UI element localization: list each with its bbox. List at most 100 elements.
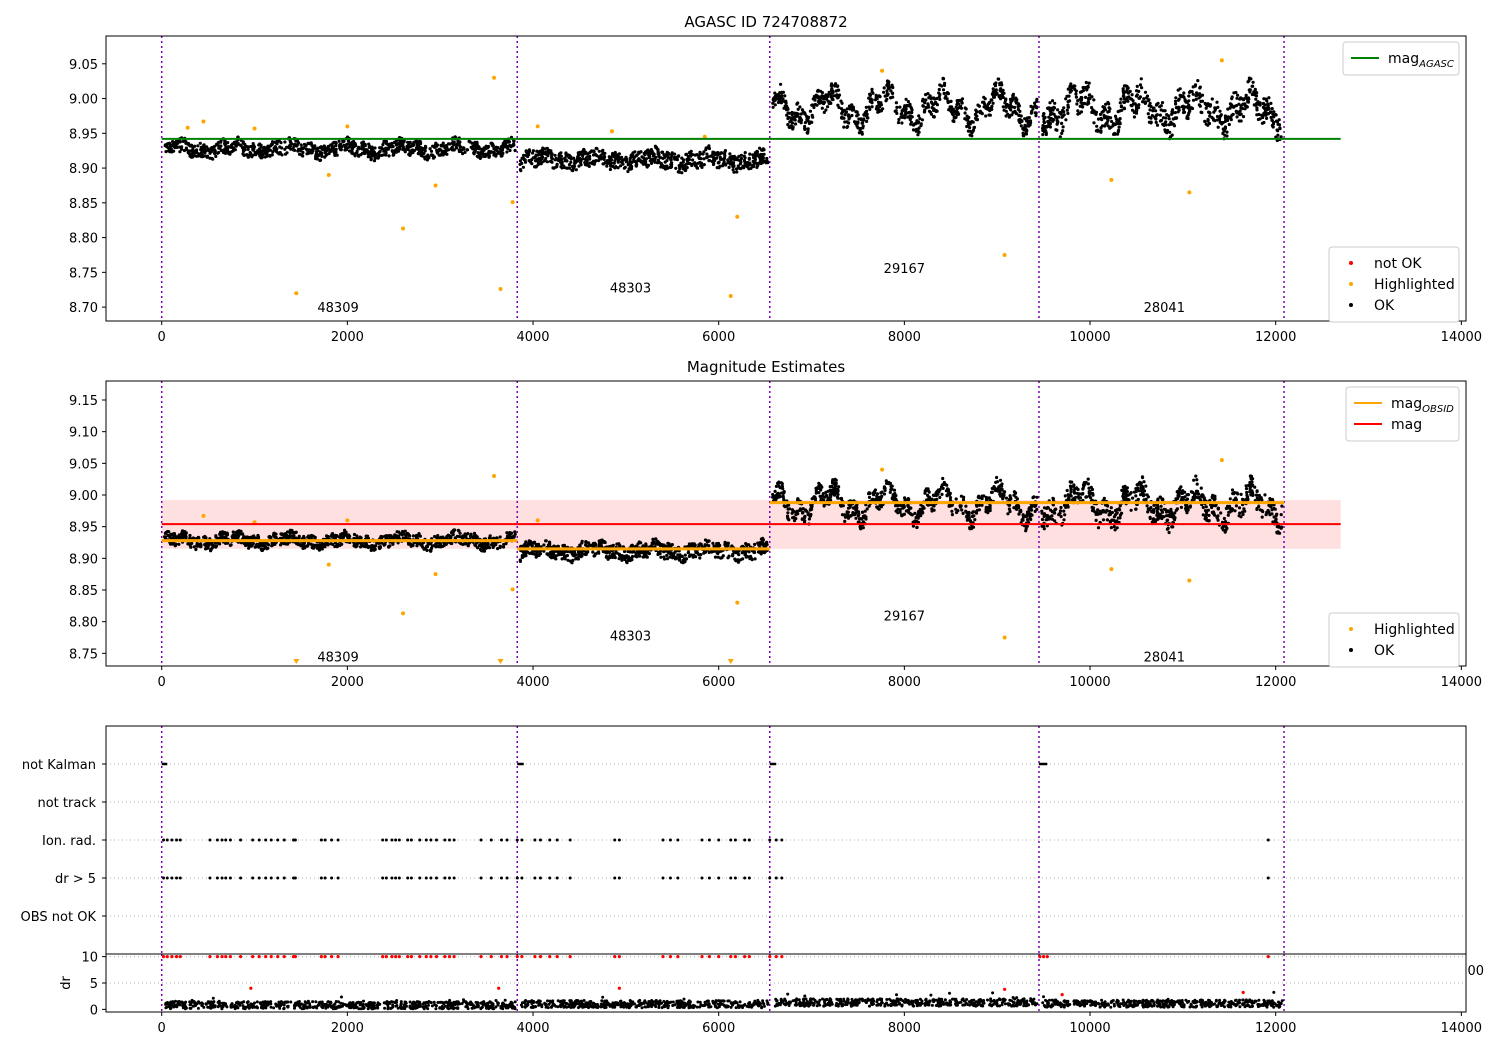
ok-point	[241, 532, 245, 536]
ok-point	[171, 140, 175, 144]
ok-point	[365, 148, 369, 152]
ok-point	[584, 552, 588, 557]
ok-point	[274, 141, 278, 145]
ok-point	[1060, 115, 1064, 119]
ok-point	[1145, 94, 1150, 98]
ok-point	[186, 542, 190, 546]
ok-point	[874, 107, 879, 111]
ok-point	[1262, 120, 1266, 125]
ok-point	[352, 544, 356, 548]
ok-point	[168, 535, 172, 539]
ok-point	[397, 148, 401, 152]
ok-point	[194, 547, 198, 552]
ok-point	[251, 148, 255, 152]
ok-point	[1116, 130, 1120, 134]
ok-point	[630, 164, 634, 169]
ok-point	[243, 148, 247, 152]
ok-point	[998, 478, 1003, 482]
legend-label-text: mag	[1388, 51, 1419, 67]
ok-point	[256, 535, 261, 539]
ok-point	[719, 151, 724, 155]
ok-point	[1096, 129, 1100, 133]
ok-point	[1270, 119, 1274, 123]
ok-point	[1048, 101, 1052, 105]
ok-point	[542, 543, 546, 547]
ok-point	[390, 149, 395, 153]
ok-point	[1272, 110, 1276, 114]
ok-point	[209, 146, 213, 150]
ok-point	[1071, 85, 1075, 89]
ok-point	[1041, 124, 1045, 128]
ok-point	[1215, 118, 1219, 122]
ok-points-top	[163, 76, 1283, 175]
ok-point	[242, 542, 246, 546]
ok-point	[982, 95, 986, 99]
ok-point	[868, 92, 872, 96]
ok-point	[941, 88, 946, 92]
ok-point	[182, 148, 186, 153]
ok-point	[176, 139, 180, 143]
ok-point	[1187, 94, 1191, 98]
ok-point	[433, 143, 437, 147]
ok-point	[829, 101, 833, 105]
ok-point	[1253, 89, 1257, 94]
ok-point	[423, 144, 428, 148]
ok-point	[1151, 109, 1155, 113]
ok-point	[1269, 115, 1273, 120]
ok-point	[294, 143, 298, 147]
ok-point	[324, 153, 328, 157]
ok-point	[574, 168, 578, 172]
ok-point	[315, 157, 320, 161]
ok-point	[1076, 99, 1080, 103]
ok-point	[550, 157, 555, 161]
ok-point	[679, 163, 683, 167]
ok-point	[948, 105, 952, 109]
ok-point	[839, 99, 843, 103]
ok-point	[441, 153, 445, 157]
ok-point	[567, 163, 572, 167]
ok-point	[642, 158, 646, 162]
ok-point	[1134, 111, 1139, 115]
ok-point	[836, 84, 840, 88]
ok-point	[926, 92, 930, 96]
ok-point	[960, 101, 964, 105]
ok-point	[898, 105, 902, 109]
ok-point	[645, 555, 649, 559]
ok-point	[525, 149, 529, 154]
ok-point	[850, 108, 854, 112]
ok-point	[1208, 111, 1212, 115]
ok-point	[993, 84, 998, 88]
ok-point	[929, 100, 934, 104]
ok-point	[818, 98, 822, 102]
ok-point	[894, 109, 898, 113]
ok-point	[608, 167, 613, 172]
ok-point	[1197, 96, 1201, 100]
ok-point	[855, 124, 859, 128]
ok-point	[320, 154, 324, 158]
ok-point	[420, 148, 424, 152]
ok-point	[280, 146, 284, 150]
ok-point	[180, 145, 184, 149]
ok-point	[669, 551, 673, 556]
ok-point	[248, 150, 252, 155]
ok-point	[860, 132, 864, 136]
ok-point	[1194, 93, 1199, 97]
ok-point	[528, 158, 533, 163]
ok-point	[199, 545, 203, 549]
ok-point	[310, 144, 315, 148]
ok-point	[274, 535, 278, 540]
ok-point	[341, 140, 345, 144]
ok-point	[1210, 97, 1214, 101]
ok-point	[1276, 122, 1280, 126]
ok-point	[381, 143, 385, 147]
ok-point	[1052, 112, 1056, 116]
ok-point	[505, 531, 509, 535]
ok-point	[269, 144, 273, 148]
ok-point	[943, 81, 947, 85]
ok-point	[707, 550, 711, 555]
ok-point	[1236, 93, 1240, 97]
ok-point	[908, 117, 912, 122]
ok-point	[339, 532, 343, 536]
ok-point	[983, 102, 987, 106]
ok-point	[758, 157, 762, 161]
